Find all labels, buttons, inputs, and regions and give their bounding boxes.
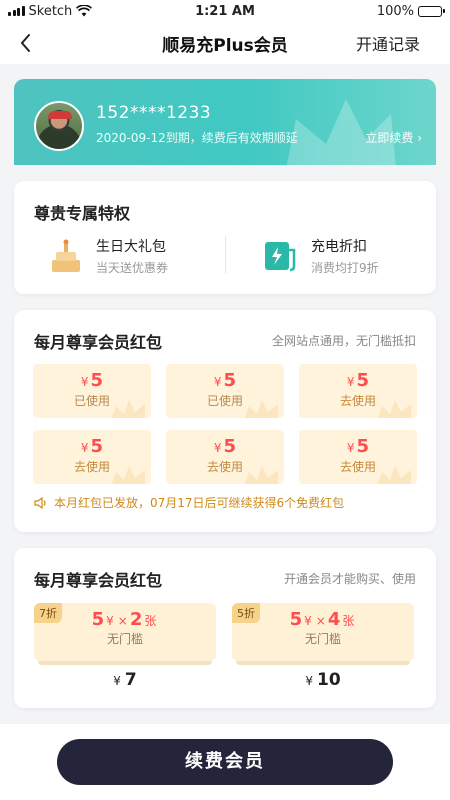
- currency-symbol: ¥: [213, 441, 222, 455]
- bottom-bar: 续费会员: [0, 724, 450, 800]
- back-button[interactable]: [10, 28, 40, 58]
- currency-symbol: ¥: [80, 375, 89, 389]
- package-price-value: 7: [124, 670, 137, 690]
- crown-decoration-icon: [244, 466, 278, 484]
- privilege-discount-subtitle: 消费均打9折: [311, 261, 379, 275]
- currency-symbol: ¥: [305, 674, 313, 688]
- renew-now-label: 立即续费: [365, 131, 414, 145]
- renew-now-link[interactable]: 立即续费 ›: [365, 129, 422, 146]
- coupon-4[interactable]: ¥5 去使用: [33, 430, 151, 484]
- currency-symbol: ¥: [113, 674, 121, 688]
- privileges-card: 尊贵专属特权 生日大礼包 当天送优惠券 充电折扣 消费均打9折: [14, 181, 436, 294]
- package-unit: 张: [144, 614, 157, 628]
- package-price-1: ¥7: [34, 670, 216, 690]
- privileges-divider: [225, 236, 226, 274]
- coupon-amount: 5: [223, 436, 237, 457]
- coupon-notice-text: 本月红包已发放，07月17日后可继续获得6个免费红包: [54, 496, 345, 510]
- battery-icon: [418, 5, 445, 17]
- renew-membership-button[interactable]: 续费会员: [57, 739, 393, 785]
- package-condition: 无门槛: [304, 632, 341, 646]
- charger-icon: [265, 242, 296, 272]
- package-amount: 5: [289, 609, 303, 630]
- coupon-5[interactable]: ¥5 去使用: [166, 430, 284, 484]
- package-option-2[interactable]: 5折 5 ¥ × 4 张 无门槛: [232, 603, 414, 661]
- packages-card: 每月尊享会员红包 开通会员才能购买、使用 7折 5 ¥ × 2 张 无门槛 ¥7 5折 …: [14, 548, 436, 708]
- crown-decoration-icon: [244, 400, 278, 418]
- member-expiry: 2020-09-12到期，续费后有效期顺延: [96, 131, 298, 145]
- crown-decoration-icon: [286, 99, 396, 165]
- cake-icon: [52, 239, 80, 272]
- times-symbol: ×: [117, 614, 128, 628]
- package-amount: 5: [91, 609, 105, 630]
- discount-badge: 7折: [34, 603, 62, 623]
- coupon-amount: 5: [356, 370, 370, 391]
- battery-percent: 100%: [376, 3, 414, 19]
- coupon-amount: 5: [90, 370, 104, 391]
- package-ticket-edge: [236, 661, 410, 665]
- monthly-coupons-card: 每月尊享会员红包 全网站点通用，无门槛抵扣 ¥5 已使用 ¥5 已使用 ¥5 去…: [14, 310, 436, 532]
- packages-subtitle: 开通会员才能购买、使用: [283, 572, 416, 586]
- navigation-bar: 顺易充Plus会员 开通记录: [0, 22, 450, 64]
- privilege-birthday[interactable]: 生日大礼包 当天送优惠券: [46, 236, 168, 276]
- privilege-discount[interactable]: 充电折扣 消费均打9折: [261, 236, 379, 276]
- coupon-2: ¥5 已使用: [166, 364, 284, 418]
- package-condition: 无门槛: [106, 632, 143, 646]
- package-option-1[interactable]: 7折 5 ¥ × 2 张 无门槛: [34, 603, 216, 661]
- crown-decoration-icon: [377, 400, 411, 418]
- chevron-right-icon: ›: [417, 131, 422, 145]
- open-records-link[interactable]: 开通记录: [356, 31, 420, 55]
- crown-decoration-icon: [111, 400, 145, 418]
- crown-decoration-icon: [377, 466, 411, 484]
- monthly-coupons-title: 每月尊享会员红包: [34, 333, 163, 352]
- currency-symbol: ¥: [213, 375, 222, 389]
- privilege-birthday-subtitle: 当天送优惠券: [96, 261, 169, 275]
- coupon-notice: 本月红包已发放，07月17日后可继续获得6个免费红包: [34, 494, 344, 511]
- chevron-left-icon: [20, 34, 30, 52]
- coupon-amount: 5: [356, 436, 370, 457]
- status-time: 1:21 AM: [195, 3, 255, 19]
- currency-symbol: ¥: [106, 614, 114, 628]
- speaker-icon: [34, 496, 46, 509]
- currency-symbol: ¥: [80, 441, 89, 455]
- currency-symbol: ¥: [346, 441, 355, 455]
- signal-icon: [8, 6, 25, 16]
- coupon-1: ¥5 已使用: [33, 364, 151, 418]
- currency-symbol: ¥: [304, 614, 312, 628]
- monthly-coupons-subtitle: 全网站点通用，无门槛抵扣: [271, 334, 416, 348]
- coupon-3[interactable]: ¥5 去使用: [299, 364, 417, 418]
- crown-decoration-icon: [111, 466, 145, 484]
- package-price-2: ¥10: [232, 670, 414, 690]
- package-count: 2: [129, 609, 143, 630]
- privilege-birthday-title: 生日大礼包: [96, 239, 166, 255]
- privileges-title: 尊贵专属特权: [34, 204, 131, 223]
- package-count: 4: [327, 609, 341, 630]
- discount-badge: 5折: [232, 603, 260, 623]
- packages-title: 每月尊享会员红包: [34, 571, 163, 590]
- coupon-6[interactable]: ¥5 去使用: [299, 430, 417, 484]
- package-unit: 张: [342, 614, 355, 628]
- avatar: [34, 101, 84, 151]
- status-bar: Sketch 1:21 AM 100%: [0, 0, 450, 22]
- member-card: 152****1233 2020-09-12到期，续费后有效期顺延 立即续费 ›: [14, 79, 436, 165]
- member-phone: 152****1233: [96, 103, 212, 123]
- package-price-value: 10: [316, 670, 341, 690]
- coupon-amount: 5: [223, 370, 237, 391]
- coupon-amount: 5: [90, 436, 104, 457]
- privilege-discount-title: 充电折扣: [311, 239, 367, 255]
- currency-symbol: ¥: [346, 375, 355, 389]
- carrier-label: Sketch: [28, 3, 73, 19]
- wifi-icon: [76, 5, 93, 17]
- package-ticket-edge: [38, 661, 212, 665]
- times-symbol: ×: [315, 614, 326, 628]
